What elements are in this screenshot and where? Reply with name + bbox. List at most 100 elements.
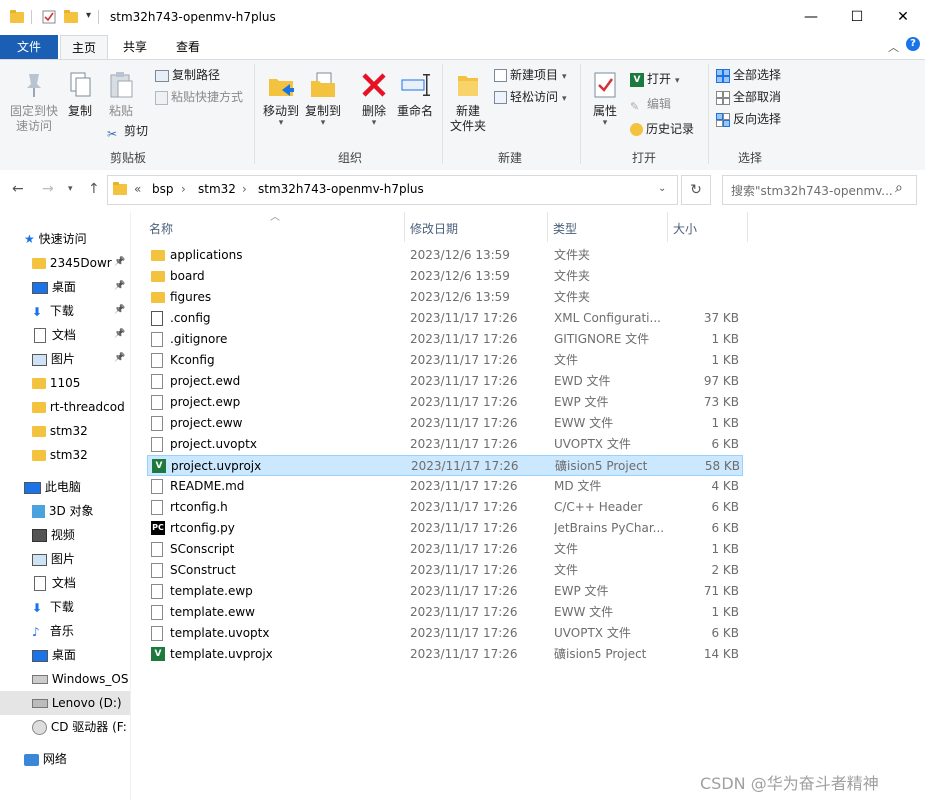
file-name: applications — [170, 248, 243, 262]
sidebar-item-quick[interactable]: stm32 — [32, 443, 130, 467]
file-row[interactable]: board 2023/12/6 13:59 文件夹 — [147, 266, 743, 287]
file-row[interactable]: template.uvoptx 2023/11/17 17:26 UVOPTX 文件… — [147, 623, 743, 644]
properties-button[interactable]: 属性 ▾ — [586, 70, 624, 128]
column-divider[interactable] — [667, 212, 668, 242]
copy-button[interactable]: 复制 — [62, 70, 98, 119]
breadcrumb-bsp[interactable]: bsp — [152, 182, 174, 196]
sidebar-item-pc[interactable]: 3D 对象 — [32, 499, 130, 523]
close-button[interactable]: ✕ — [880, 0, 925, 35]
pin-icon: 📌 — [114, 281, 126, 291]
properties-check-icon[interactable] — [42, 10, 56, 24]
column-divider[interactable] — [547, 212, 548, 242]
column-divider[interactable] — [404, 212, 405, 242]
minimize-button[interactable]: — — [788, 0, 834, 35]
search-box[interactable]: 搜索"stm32h743-openmv... ⌕ — [722, 175, 917, 205]
sidebar-item-pc[interactable]: 视频 — [32, 523, 130, 547]
up-arrow-icon[interactable]: ↑ — [88, 181, 100, 197]
file-row[interactable]: project.eww 2023/11/17 17:26 EWW 文件 1 KB — [147, 413, 743, 434]
tab-view[interactable]: 查看 — [165, 35, 211, 59]
sidebar-item-pc[interactable]: 图片 — [32, 547, 130, 571]
file-row[interactable]: SConscript 2023/11/17 17:26 文件 1 KB — [147, 539, 743, 560]
copy-path-button[interactable]: 复制路径 — [155, 66, 220, 84]
breadcrumb-current-folder[interactable]: stm32h743-openmv-h7plus — [258, 182, 424, 196]
folder-icon — [32, 426, 46, 437]
breadcrumb-stm32[interactable]: stm32 — [198, 182, 236, 196]
column-header-name[interactable]: 名称 — [149, 220, 173, 236]
sidebar-quick-access[interactable]: ★ 快速访问 — [24, 227, 87, 251]
recent-locations-chevron-icon[interactable]: ▾ — [68, 184, 73, 194]
address-dropdown-chevron-icon[interactable]: ⌄ — [658, 183, 666, 194]
paste-button[interactable]: 粘贴 — [103, 70, 139, 119]
sidebar-item-quick[interactable]: 1105 — [32, 371, 130, 395]
move-to-button[interactable]: 移动到 ▾ — [262, 70, 300, 128]
sidebar-item-pc[interactable]: 文档 — [32, 571, 130, 595]
tab-share[interactable]: 共享 — [112, 35, 158, 59]
easy-access-button[interactable]: 轻松访问 ▾ — [494, 88, 567, 106]
sidebar-item-quick[interactable]: stm32 — [32, 419, 130, 443]
pin-quick-access-button[interactable]: 固定到快 速访问 — [6, 70, 62, 134]
collapse-ribbon-icon[interactable]: ︿ — [888, 39, 899, 55]
column-header-type[interactable]: 类型 — [553, 220, 577, 236]
file-row[interactable]: README.md 2023/11/17 17:26 MD 文件 4 KB — [147, 476, 743, 497]
move-to-icon — [266, 70, 296, 100]
sidebar-item-pc[interactable]: CD 驱动器 (F: — [32, 715, 130, 739]
ribbon-separator — [442, 64, 443, 164]
file-row[interactable]: Vproject.uvprojx 2023/11/17 17:26 礦ision5 … — [147, 455, 743, 476]
cut-button[interactable]: ✂ 剪切 — [107, 122, 148, 141]
rename-button[interactable]: 重命名 — [395, 70, 435, 119]
edit-button[interactable]: ✎ 编辑 — [630, 95, 671, 113]
file-row[interactable]: .gitignore 2023/11/17 17:26 GITIGNORE 文件 1 … — [147, 329, 743, 350]
new-folder-icon[interactable] — [64, 10, 78, 24]
column-header-date[interactable]: 修改日期 — [410, 220, 458, 236]
invert-selection-button[interactable]: 反向选择 — [716, 110, 781, 128]
sidebar-item-pc[interactable]: Lenovo (D:) — [0, 691, 130, 715]
new-item-button[interactable]: 新建项目 ▾ — [494, 66, 567, 84]
search-icon[interactable]: ⌕ — [895, 180, 903, 196]
sidebar-network[interactable]: 网络 — [24, 747, 67, 771]
file-row[interactable]: PC rtconfig.py 2023/11/17 17:26 JetBrains P… — [147, 518, 743, 539]
file-date: 2023/11/17 17:26 — [410, 437, 518, 451]
maximize-button[interactable]: ☐ — [834, 0, 880, 35]
history-button[interactable]: 历史记录 — [630, 120, 694, 138]
file-row[interactable]: .config 2023/11/17 17:26 XML Configurati..… — [147, 308, 743, 329]
select-all-button[interactable]: 全部选择 — [716, 66, 781, 84]
tab-file[interactable]: 文件 — [0, 35, 58, 59]
file-row[interactable]: project.ewp 2023/11/17 17:26 EWP 文件 73 KB — [147, 392, 743, 413]
file-row[interactable]: Vtemplate.uvprojx 2023/11/17 17:26 礦ision5… — [147, 644, 743, 665]
column-divider[interactable] — [747, 212, 748, 242]
search-input[interactable]: 搜索"stm32h743-openmv... — [731, 182, 893, 199]
file-row[interactable]: rtconfig.h 2023/11/17 17:26 C/C++ Header 6 … — [147, 497, 743, 518]
file-row[interactable]: figures 2023/12/6 13:59 文件夹 — [147, 287, 743, 308]
delete-button[interactable]: 删除 ▾ — [356, 70, 392, 128]
copy-to-button[interactable]: 复制到 ▾ — [303, 70, 343, 128]
column-header-size[interactable]: 大小 — [673, 220, 697, 236]
file-row[interactable]: template.ewp 2023/11/17 17:26 EWP 文件 71 KB — [147, 581, 743, 602]
file-row[interactable]: project.uvoptx 2023/11/17 17:26 UVOPTX 文件 6… — [147, 434, 743, 455]
file-row[interactable]: applications 2023/12/6 13:59 文件夹 — [147, 245, 743, 266]
forward-arrow-icon[interactable]: → — [42, 181, 54, 197]
sidebar-item-pc[interactable]: ⬇ 下载 — [32, 595, 130, 619]
sidebar-item-pc[interactable]: Windows_OS — [32, 667, 130, 691]
paste-shortcut-button[interactable]: 粘贴快捷方式 — [155, 88, 243, 106]
sidebar-item-pc[interactable]: ♪ 音乐 — [32, 619, 130, 643]
watermark: CSDN @华为奋斗者精神 — [700, 774, 879, 793]
sidebar-item-pc[interactable]: 桌面 — [32, 643, 130, 667]
select-none-button[interactable]: 全部取消 — [716, 88, 781, 106]
breadcrumb-separator-icon[interactable]: › — [181, 182, 186, 196]
tab-home[interactable]: 主页 — [60, 35, 108, 60]
refresh-button[interactable]: ↻ — [681, 175, 711, 205]
file-row[interactable]: project.ewd 2023/11/17 17:26 EWD 文件 97 KB — [147, 371, 743, 392]
sidebar-this-pc[interactable]: 此电脑 — [24, 475, 81, 499]
help-icon[interactable]: ? — [906, 37, 920, 51]
file-row[interactable]: template.eww 2023/11/17 17:26 EWW 文件 1 KB — [147, 602, 743, 623]
sidebar-item-quick[interactable]: rt-threadcod — [32, 395, 130, 419]
breadcrumb-overflow[interactable]: « — [134, 182, 141, 196]
file-row[interactable]: SConstruct 2023/11/17 17:26 文件 2 KB — [147, 560, 743, 581]
breadcrumb-separator-icon[interactable]: › — [242, 182, 247, 196]
open-button[interactable]: V 打开 ▾ — [630, 70, 680, 88]
address-bar[interactable]: « bsp › stm32 › stm32h743-openmv-h7plus … — [107, 175, 678, 205]
back-arrow-icon[interactable]: ← — [12, 181, 24, 197]
paste-shortcut-icon — [155, 90, 168, 105]
new-folder-button[interactable]: 新建 文件夹 — [446, 70, 490, 134]
file-row[interactable]: Kconfig 2023/11/17 17:26 文件 1 KB — [147, 350, 743, 371]
